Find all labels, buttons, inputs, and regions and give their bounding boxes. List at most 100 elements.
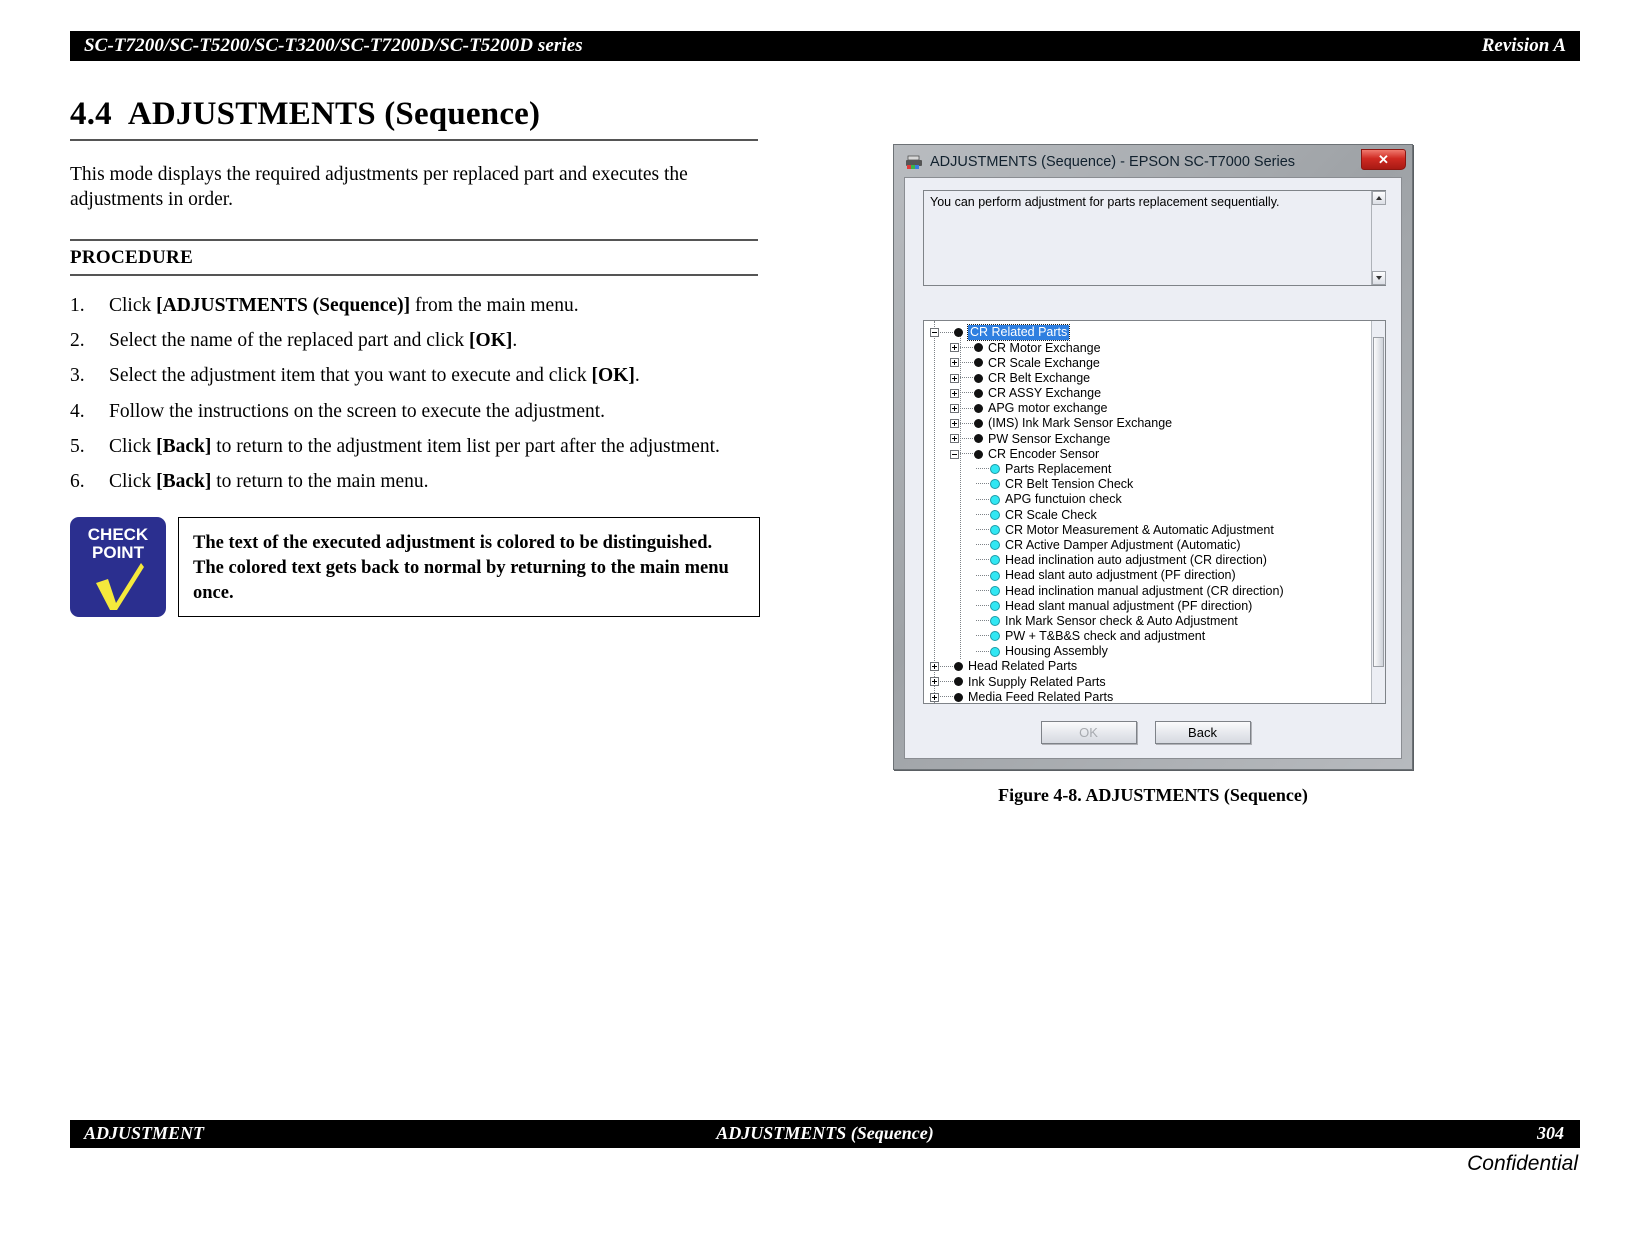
tree-node[interactable]: Media Feed Related Parts (928, 690, 1371, 704)
procedure-step: 4. Follow the instructions on the screen … (70, 400, 760, 424)
tree-node[interactable]: Head inclination manual adjustment (CR d… (928, 583, 1371, 598)
tree-node-label: Head slant auto adjustment (PF direction… (1005, 569, 1236, 582)
procedure-steps: 1.Click [ADJUSTMENTS (Sequence)] from th… (70, 294, 760, 494)
window-client-area: You can perform adjustment for parts rep… (904, 177, 1402, 759)
tree-node[interactable]: Parts Replacement (928, 462, 1371, 477)
tree-node[interactable]: Head slant auto adjustment (PF direction… (928, 568, 1371, 583)
tree-node[interactable]: APG functuion check (928, 492, 1371, 507)
expand-icon[interactable] (950, 358, 959, 367)
tree-node[interactable]: APG motor exchange (928, 401, 1371, 416)
parts-tree-list: CR Related PartsCR Motor ExchangeCR Scal… (924, 321, 1371, 703)
tree-connector (976, 483, 989, 485)
tree-node[interactable]: CR Encoder Sensor (928, 447, 1371, 462)
parts-tree-scrollbar[interactable] (1371, 321, 1385, 703)
tree-connector (976, 620, 989, 622)
tree-node[interactable]: Ink Mark Sensor check & Auto Adjustment (928, 614, 1371, 629)
header-model-series: SC-T7200/SC-T5200/SC-T3200/SC-T7200D/SC-… (84, 35, 583, 57)
description-scroll-up-button[interactable] (1372, 191, 1386, 205)
cyan-bullet-icon (990, 495, 1000, 505)
tree-node[interactable]: PW + T&B&S check and adjustment (928, 629, 1371, 644)
expand-icon[interactable] (950, 404, 959, 413)
procedure-step-number: 4. (70, 400, 100, 424)
procedure-step-number: 3. (70, 364, 100, 388)
window-title: ADJUSTMENTS (Sequence) - EPSON SC-T7000 … (930, 154, 1295, 170)
procedure-step-text: Click [ADJUSTMENTS (Sequence)] from the … (109, 295, 579, 316)
procedure-step-text: Follow the instructions on the screen to… (109, 401, 605, 422)
tree-connector (960, 347, 973, 349)
tree-node-label: (IMS) Ink Mark Sensor Exchange (988, 417, 1172, 430)
cyan-bullet-icon (990, 631, 1000, 641)
tree-connector (960, 377, 973, 379)
procedure-step: 6.Click [Back] to return to the main men… (70, 470, 760, 494)
tree-node[interactable]: CR Active Damper Adjustment (Automatic) (928, 538, 1371, 553)
tree-node-label: CR ASSY Exchange (988, 387, 1101, 400)
black-bullet-icon (954, 662, 963, 671)
expand-icon[interactable] (950, 419, 959, 428)
tree-node[interactable]: Head Related Parts (928, 659, 1371, 674)
black-bullet-icon (974, 434, 983, 443)
tree-connector (976, 544, 989, 546)
tree-node[interactable]: PW Sensor Exchange (928, 431, 1371, 446)
tree-connector (976, 499, 989, 501)
parts-tree-scroll-thumb[interactable] (1373, 337, 1384, 667)
check-point-badge-line2: POINT (70, 544, 166, 562)
page-title: 4.4ADJUSTMENTS (Sequence) (70, 96, 760, 139)
tree-node[interactable]: (IMS) Ink Mark Sensor Exchange (928, 416, 1371, 431)
expand-icon[interactable] (950, 389, 959, 398)
check-point-text-box: The text of the executed adjustment is c… (178, 517, 760, 617)
tree-connector (976, 559, 989, 561)
printer-icon (906, 155, 923, 170)
tree-node-label: CR Active Damper Adjustment (Automatic) (1005, 539, 1241, 552)
expand-icon[interactable] (930, 677, 939, 686)
tree-node-label: PW Sensor Exchange (988, 433, 1110, 446)
tree-node[interactable]: CR Scale Check (928, 507, 1371, 522)
tree-node[interactable]: Head inclination auto adjustment (CR dir… (928, 553, 1371, 568)
cyan-bullet-icon (990, 601, 1000, 611)
tree-node[interactable]: CR Scale Exchange (928, 355, 1371, 370)
collapse-icon[interactable] (930, 328, 939, 337)
black-bullet-icon (974, 358, 983, 367)
cyan-bullet-icon (990, 555, 1000, 565)
tree-connector (976, 529, 989, 531)
cyan-bullet-icon (990, 540, 1000, 550)
tree-node[interactable]: Housing Assembly (928, 644, 1371, 659)
header-revision: Revision A (1482, 35, 1566, 57)
procedure-divider-bottom (70, 274, 758, 276)
expand-icon[interactable] (950, 374, 959, 383)
description-box: You can perform adjustment for parts rep… (923, 190, 1386, 286)
tree-node[interactable]: CR Motor Exchange (928, 340, 1371, 355)
check-point-text: The text of the executed adjustment is c… (193, 531, 745, 606)
tree-connector (960, 438, 973, 440)
procedure-step: 5.Click [Back] to return to the adjustme… (70, 435, 760, 459)
tree-connector (940, 696, 953, 698)
tree-node[interactable]: CR Motor Measurement & Automatic Adjustm… (928, 522, 1371, 537)
tree-node[interactable]: CR Belt Tension Check (928, 477, 1371, 492)
description-scrollbar[interactable] (1371, 191, 1386, 285)
tree-node-label: Head inclination auto adjustment (CR dir… (1005, 554, 1267, 567)
tree-node[interactable]: CR Belt Exchange (928, 371, 1371, 386)
collapse-icon[interactable] (950, 450, 959, 459)
tree-connector (976, 590, 989, 592)
tree-node-label: CR Related Parts (968, 325, 1069, 340)
cyan-bullet-icon (990, 647, 1000, 657)
ok-button[interactable]: OK (1041, 721, 1137, 744)
procedure-step-text: Select the name of the replaced part and… (109, 330, 517, 351)
back-button[interactable]: Back (1155, 721, 1251, 744)
expand-icon[interactable] (950, 343, 959, 352)
tree-node[interactable]: Ink Supply Related Parts (928, 674, 1371, 689)
parts-tree-panel[interactable]: CR Related PartsCR Motor ExchangeCR Scal… (923, 320, 1386, 704)
close-icon[interactable]: ✕ (1361, 149, 1406, 170)
procedure-step-text: Click [Back] to return to the main menu. (109, 471, 429, 492)
tree-node-label: CR Belt Tension Check (1005, 478, 1133, 491)
expand-icon[interactable] (930, 662, 939, 671)
expand-icon[interactable] (930, 693, 939, 702)
title-divider (70, 139, 758, 141)
procedure-step-number: 2. (70, 329, 100, 353)
description-scroll-down-button[interactable] (1372, 271, 1386, 285)
expand-icon[interactable] (950, 434, 959, 443)
figure-caption: Figure 4-8. ADJUSTMENTS (Sequence) (893, 785, 1413, 806)
tree-node[interactable]: Head slant manual adjustment (PF directi… (928, 598, 1371, 613)
tree-node[interactable]: CR Related Parts (928, 325, 1371, 340)
page-footer: ADJUSTMENT ADJUSTMENTS (Sequence) 304 (70, 1120, 1580, 1148)
tree-node[interactable]: CR ASSY Exchange (928, 386, 1371, 401)
